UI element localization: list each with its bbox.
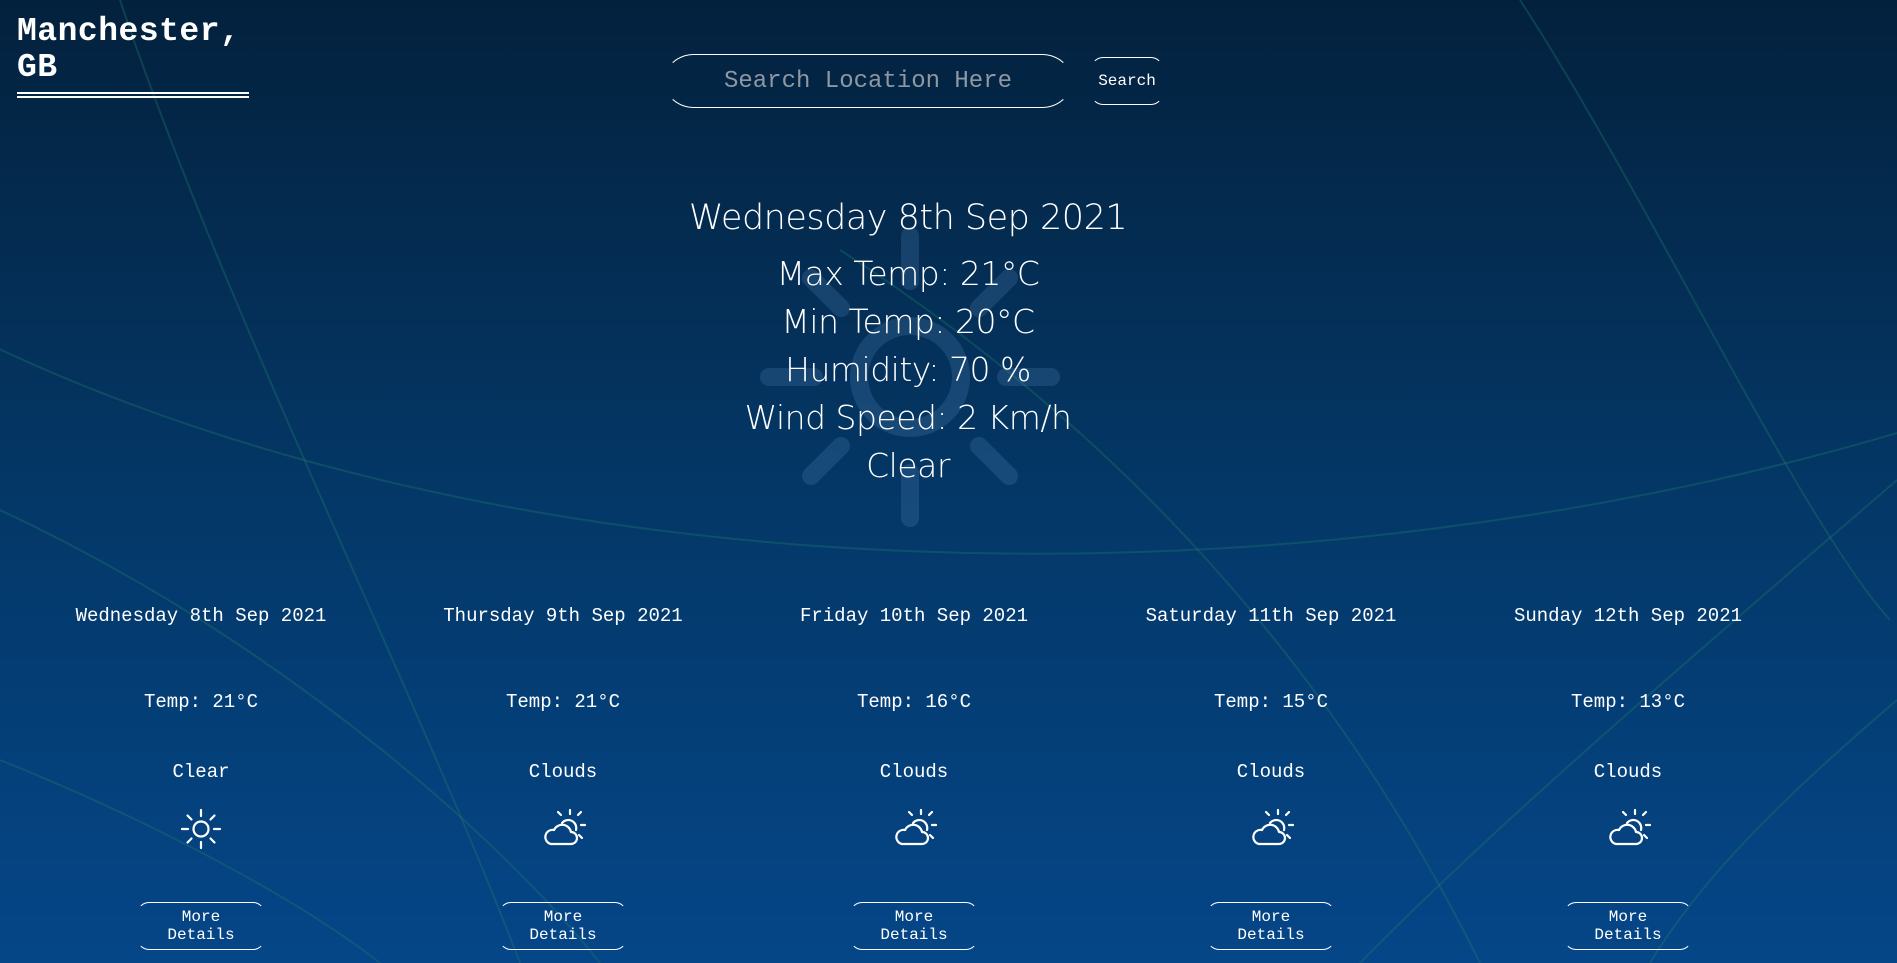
more-details-button[interactable]: More Details [499,902,627,950]
partly-cloudy-icon [544,808,586,846]
forecast-condition: Clouds [1236,761,1306,783]
forecast-condition: Clouds [528,761,598,783]
partly-cloudy-icon [1609,808,1651,846]
max-temp: Max Temp: 21°C [776,254,1040,293]
search-input[interactable] [664,54,1072,108]
forecast-date: Friday 10th Sep 2021 [799,605,1029,627]
search-button[interactable]: Search [1091,57,1163,105]
forecast-date: Wednesday 8th Sep 2021 [75,605,327,627]
forecast-temp: Temp: 21°C [505,691,621,713]
current-date: Wednesday 8th Sep 2021 [688,198,1128,238]
forecast-temp: Temp: 15°C [1213,691,1329,713]
sun-icon [180,808,222,850]
forecast-date: Sunday 12th Sep 2021 [1513,605,1743,627]
more-details-button[interactable]: More Details [1207,902,1335,950]
more-details-button[interactable]: More Details [1564,902,1692,950]
more-details-button[interactable]: More Details [137,902,265,950]
humidity: Humidity: 70 % [785,350,1031,389]
partly-cloudy-icon [895,808,937,846]
location-title: Manchester, GB [17,14,249,98]
current-condition: Clear [866,446,950,485]
partly-cloudy-icon [1252,808,1294,846]
current-stats: Max Temp: 21°C Min Temp: 20°C Humidity: … [608,250,1208,490]
forecast-temp: Temp: 21°C [143,691,259,713]
forecast-date: Saturday 11th Sep 2021 [1145,605,1397,627]
more-details-button[interactable]: More Details [850,902,978,950]
min-temp: Min Temp: 20°C [781,302,1035,341]
forecast-temp: Temp: 13°C [1570,691,1686,713]
forecast-date: Thursday 9th Sep 2021 [443,605,683,627]
current-weather: Wednesday 8th Sep 2021 Max Temp: 21°C Mi… [608,190,1208,490]
forecast-condition: Clouds [879,761,949,783]
wind-speed: Wind Speed: 2 Km/h [744,398,1072,437]
forecast-temp: Temp: 16°C [856,691,972,713]
forecast-condition: Clear [172,761,230,783]
forecast-condition: Clouds [1593,761,1663,783]
